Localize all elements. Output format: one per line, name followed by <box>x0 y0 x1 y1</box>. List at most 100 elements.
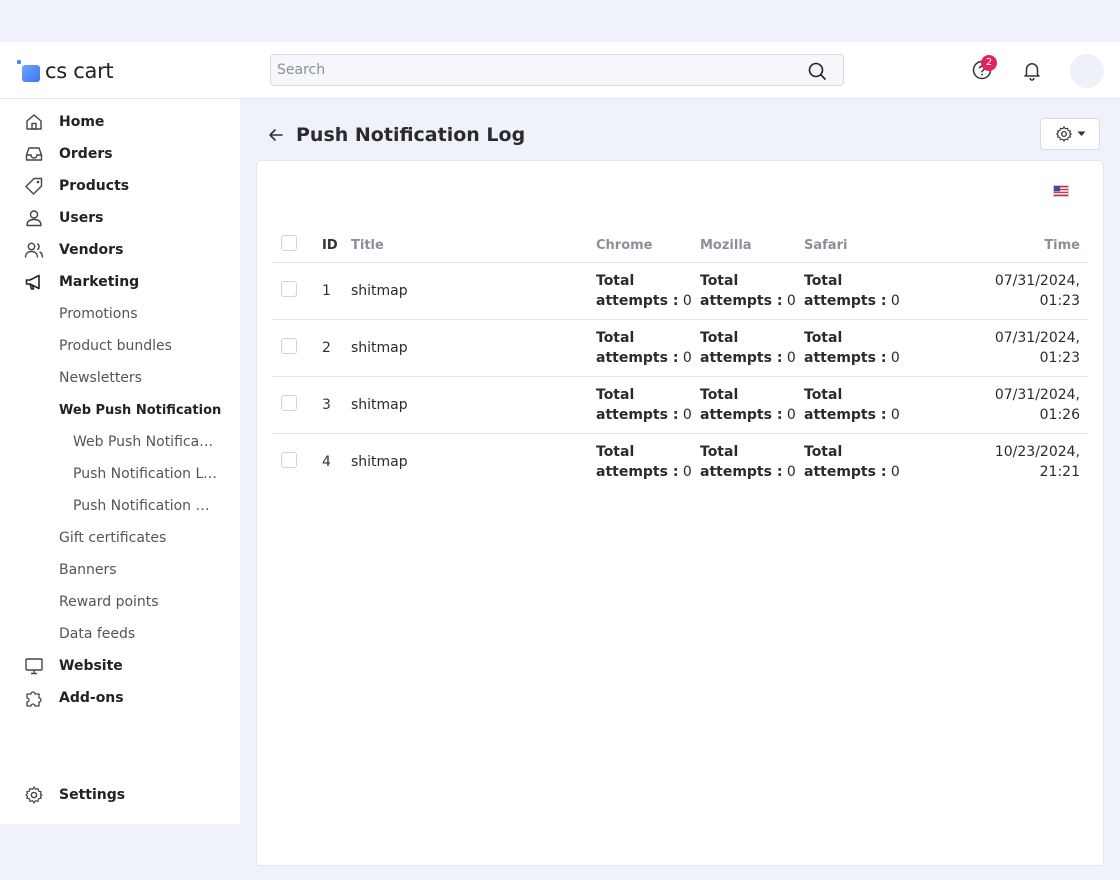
sidebar-subsubitem-label: Push Notification Subscribers <box>73 498 218 514</box>
sidebar-item-label: Users <box>59 210 104 226</box>
mozilla-attempts: Total attempts : 0 <box>700 272 796 309</box>
user-icon <box>26 210 42 227</box>
back-arrow-icon[interactable] <box>266 125 286 145</box>
column-header-time: Time <box>1044 237 1080 253</box>
sidebar-item-users[interactable]: Users <box>0 204 240 232</box>
row-checkbox[interactable] <box>281 280 297 297</box>
row-id: 1 <box>322 261 351 319</box>
safari-attempts: Total attempts : 0 <box>804 272 900 309</box>
mozilla-attempts: Total attempts : 0 <box>700 386 796 423</box>
row-id: 2 <box>322 318 351 376</box>
safari-attempts: Total attempts : 0 <box>804 329 900 366</box>
chrome-attempts: Total attempts : 0 <box>596 329 692 366</box>
select-all-checkbox[interactable] <box>281 235 297 252</box>
sidebar-subitem-gift-certificates[interactable]: Gift certificates <box>59 526 166 550</box>
safari-attempts: Total attempts : 0 <box>804 443 900 480</box>
row-checkbox[interactable] <box>281 337 297 354</box>
sidebar-subsubitem-push-notification-subscribers[interactable]: Push Notification Subscribers <box>73 494 218 518</box>
sidebar-item-label: Vendors <box>59 242 124 258</box>
row-time: 07/31/2024, 01:26 <box>994 386 1080 423</box>
sidebar-subsubitem-push-notification-log[interactable]: Push Notification Log <box>73 462 218 486</box>
top-bar: cs cart 2 <box>0 42 1120 99</box>
tag-icon <box>25 177 43 195</box>
column-header-chrome: Chrome <box>596 237 653 253</box>
sidebar-subitem-product-bundles[interactable]: Product bundles <box>59 334 172 358</box>
page-title: Push Notification Log <box>296 124 526 146</box>
chrome-attempts: Total attempts : 0 <box>596 386 692 423</box>
push-log-table: ID Title Chrome Mozilla Safari Time 1 sh… <box>272 229 1088 490</box>
sidebar-subitem-reward-points[interactable]: Reward points <box>59 590 159 614</box>
sidebar-item-addons[interactable]: Add-ons <box>0 684 240 712</box>
table-row: 3 shitmap Total attempts : 0 Total attempt… <box>272 375 1088 433</box>
row-id: 3 <box>322 375 351 433</box>
sidebar-item-label: Products <box>59 178 130 194</box>
sidebar-item-label: Home <box>59 114 105 130</box>
sidebar-item-label: Add-ons <box>59 690 124 706</box>
row-checkbox[interactable] <box>281 394 297 411</box>
gear-icon <box>1055 126 1072 142</box>
sidebar-subitem-banners[interactable]: Banners <box>59 558 117 582</box>
search-input[interactable] <box>271 55 791 85</box>
logo-mark-icon <box>16 59 40 83</box>
row-checkbox[interactable] <box>281 451 297 468</box>
sidebar-item-settings[interactable]: Settings <box>0 781 240 809</box>
table-row: 1 shitmap Total attempts : 0 Total attempt… <box>272 261 1088 319</box>
puzzle-icon <box>26 691 42 707</box>
inbox-icon <box>25 147 43 161</box>
mozilla-attempts: Total attempts : 0 <box>700 443 796 480</box>
safari-attempts: Total attempts : 0 <box>804 386 900 423</box>
sidebar-subsubitem-web-push-notification[interactable]: Web Push Notification <box>73 430 218 454</box>
sidebar-subsubitem-label: Push Notification Log <box>73 466 218 482</box>
settings-dropdown-button[interactable] <box>1040 118 1100 150</box>
row-time: 10/23/2024, 21:21 <box>994 443 1080 480</box>
avatar[interactable] <box>1070 54 1104 88</box>
sidebar-item-label: Settings <box>59 787 126 803</box>
sidebar-item-orders[interactable]: Orders <box>0 140 240 168</box>
sidebar-item-home[interactable]: Home <box>0 108 240 136</box>
column-header-mozilla: Mozilla <box>700 237 752 253</box>
bell-icon[interactable] <box>1020 58 1044 82</box>
sidebar-subitem-promotions[interactable]: Promotions <box>59 302 138 326</box>
megaphone-icon <box>25 274 40 290</box>
sidebar-item-website[interactable]: Website <box>0 652 240 680</box>
chrome-attempts: Total attempts : 0 <box>596 272 692 309</box>
search-icon[interactable] <box>807 61 827 81</box>
row-title[interactable]: shitmap <box>351 261 596 319</box>
chrome-attempts: Total attempts : 0 <box>596 443 692 480</box>
sidebar-subsubitem-label: Web Push Notification <box>73 434 218 450</box>
row-title[interactable]: shitmap <box>351 375 596 433</box>
gear-icon <box>25 786 43 804</box>
help-badge: 2 <box>981 55 997 71</box>
column-header-safari: Safari <box>804 237 848 253</box>
sidebar-item-label: Website <box>59 658 123 674</box>
sidebar-item-products[interactable]: Products <box>0 172 240 200</box>
mozilla-attempts: Total attempts : 0 <box>700 329 796 366</box>
main-panel: ID Title Chrome Mozilla Safari Time 1 sh… <box>256 160 1104 866</box>
logo[interactable]: cs cart <box>16 58 114 84</box>
page-header: Push Notification Log <box>266 120 525 150</box>
sidebar-item-vendors[interactable]: Vendors <box>0 236 240 264</box>
search-box <box>270 54 844 86</box>
row-title[interactable]: shitmap <box>351 432 596 490</box>
row-time: 07/31/2024, 01:23 <box>994 272 1080 309</box>
row-title[interactable]: shitmap <box>351 318 596 376</box>
users-icon <box>24 242 44 258</box>
table-header-row: ID Title Chrome Mozilla Safari Time <box>272 229 1088 262</box>
row-time: 07/31/2024, 01:23 <box>994 329 1080 366</box>
logo-text: cs cart <box>45 59 114 83</box>
table-row: 2 shitmap Total attempts : 0 Total attempt… <box>272 318 1088 376</box>
sidebar-item-label: Orders <box>59 146 113 162</box>
row-id: 4 <box>322 432 351 490</box>
sidebar-subitem-data-feeds[interactable]: Data feeds <box>59 622 135 646</box>
sidebar-subitem-newsletters[interactable]: Newsletters <box>59 366 142 390</box>
sidebar: Home Orders Products Users Vendors Marke… <box>0 99 240 824</box>
monitor-icon <box>25 658 43 675</box>
table-row: 4 shitmap Total attempts : 0 Total attempt… <box>272 432 1088 490</box>
column-header-id: ID <box>322 237 338 253</box>
sidebar-item-label: Marketing <box>59 274 140 290</box>
us-flag-icon[interactable] <box>1053 185 1069 197</box>
sidebar-subitem-web-push-notification[interactable]: Web Push Notification <box>59 398 221 422</box>
home-icon <box>26 114 42 130</box>
caret-down-icon <box>1077 131 1085 136</box>
sidebar-item-marketing[interactable]: Marketing <box>0 268 240 296</box>
